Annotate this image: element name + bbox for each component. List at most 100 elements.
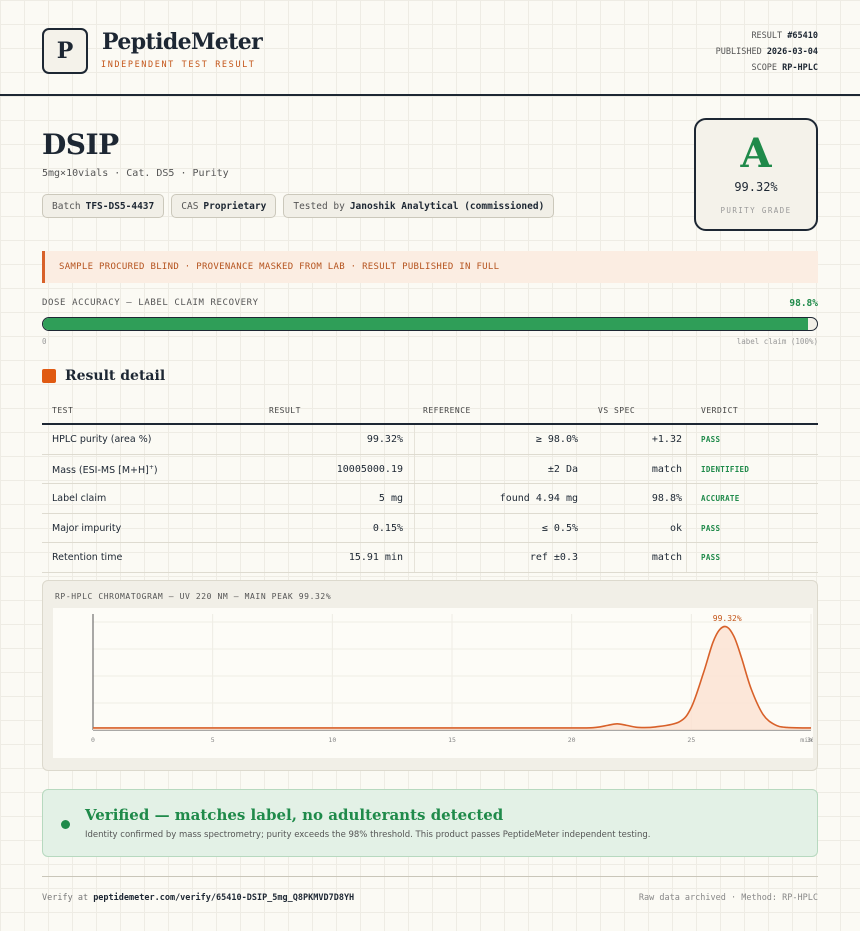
result-id-line: RESULT #65410 bbox=[716, 28, 818, 44]
column-divider bbox=[414, 543, 415, 572]
chip-label: CAS bbox=[181, 200, 199, 212]
cas-chip: CAS Proprietary bbox=[171, 194, 277, 218]
dose-max-label: label claim (100%) bbox=[736, 337, 818, 346]
cell-test: Mass (ESI-MS [M+H]+) bbox=[52, 464, 158, 476]
table-row: Major impurity 0.15% ≤ 0.5% ok PASS bbox=[42, 513, 818, 543]
x-tick-label: 5 bbox=[211, 736, 215, 744]
x-axis-unit-label: min bbox=[800, 736, 812, 744]
result-label: RESULT bbox=[751, 31, 783, 41]
column-divider bbox=[414, 513, 415, 542]
cell-test: HPLC purity (area %) bbox=[52, 434, 152, 445]
cell-verdict: ACCURATE bbox=[701, 494, 740, 503]
column-divider bbox=[686, 425, 687, 454]
col-header-result: RESULT bbox=[269, 406, 301, 415]
chromatogram-svg: 99.32%0 5 10 15 20 25 30min bbox=[91, 614, 813, 744]
dose-accuracy-label: DOSE ACCURACY — LABEL CLAIM RECOVERY bbox=[42, 298, 259, 308]
table-row: HPLC purity (area %) 99.32% ≥ 98.0% +1.3… bbox=[42, 425, 818, 455]
dose-min-label: 0 bbox=[42, 337, 47, 346]
chart-title: RP-HPLC CHROMATOGRAM — UV 220 NM — MAIN … bbox=[55, 592, 332, 601]
column-divider bbox=[686, 484, 687, 513]
table-header-row: TEST RESULT REFERENCE VS SPEC VERDICT bbox=[42, 396, 818, 425]
batch-chip: Batch TFS-DS5-4437 bbox=[42, 194, 165, 218]
chip-value: Proprietary bbox=[203, 200, 267, 212]
product-subtitle: 5mg×10vials · Cat. DS5 · Purity bbox=[42, 168, 229, 179]
logo-icon: P bbox=[42, 28, 88, 74]
cell-test: Major impurity bbox=[52, 522, 122, 534]
verified-banner: Verified — matches label, no adulterants… bbox=[42, 789, 818, 857]
peak-label: 99.32% bbox=[713, 614, 742, 623]
cell-vs-spec: ok bbox=[669, 522, 682, 534]
cell-reference: ≥ 98.0% bbox=[535, 434, 578, 445]
cell-reference: ref ±0.3 bbox=[529, 552, 578, 563]
cell-result: 0.15% bbox=[372, 522, 403, 534]
verified-dot-icon bbox=[61, 820, 70, 829]
col-header-verdict: VERDICT bbox=[701, 406, 739, 415]
verify-prefix: Verify at bbox=[42, 893, 89, 903]
published-line: PUBLISHED 2026-03-04 bbox=[716, 44, 818, 60]
col-header-reference: REFERENCE bbox=[423, 406, 471, 415]
cell-vs-spec: +1.32 bbox=[651, 434, 682, 445]
provenance-notice: SAMPLE PROCURED BLIND · PROVENANCE MASKE… bbox=[42, 251, 818, 283]
footer-divider bbox=[42, 876, 818, 877]
product-title: DSIP bbox=[42, 128, 119, 161]
table-row: Mass (ESI-MS [M+H]+) 10005000.19 ±2 Da m… bbox=[42, 454, 818, 484]
cell-verdict: IDENTIFIED bbox=[701, 464, 750, 474]
cell-vs-spec: 98.8% bbox=[651, 493, 682, 504]
report-header: P PeptideMeter INDEPENDENT TEST RESULT R… bbox=[0, 0, 860, 96]
verify-link-line: Verify at peptidemeter.com/verify/65410-… bbox=[42, 893, 354, 903]
brand-name: PeptideMeter bbox=[102, 29, 263, 55]
dose-progress-fill bbox=[43, 318, 808, 330]
report-meta: RESULT #65410 PUBLISHED 2026-03-04 SCOPE… bbox=[716, 28, 818, 76]
cell-test: Label claim bbox=[52, 493, 107, 504]
chip-value: Janoshik Analytical (commissioned) bbox=[349, 200, 545, 212]
column-divider bbox=[686, 513, 687, 542]
grade-label: PURITY GRADE bbox=[720, 206, 792, 215]
cell-test-close: ) bbox=[153, 464, 158, 476]
column-divider bbox=[686, 543, 687, 572]
x-tick-label: 15 bbox=[448, 736, 456, 744]
chip-label: Tested by bbox=[293, 200, 345, 212]
product-chips: Batch TFS-DS5-4437 CAS Proprietary Tested … bbox=[42, 194, 555, 218]
chip-label: Batch bbox=[52, 200, 81, 212]
x-tick-label: 20 bbox=[568, 736, 576, 744]
column-divider bbox=[414, 484, 415, 513]
section-marker-icon bbox=[42, 369, 56, 383]
dose-progress-bar bbox=[42, 317, 818, 331]
cell-test: Retention time bbox=[52, 552, 123, 563]
x-tick-label: 0 bbox=[91, 736, 95, 744]
column-divider bbox=[686, 454, 687, 483]
chromatogram-card: RP-HPLC CHROMATOGRAM — UV 220 NM — MAIN … bbox=[42, 580, 818, 771]
verified-text: Identity confirmed by mass spectrometry;… bbox=[85, 830, 651, 840]
col-header-vs-spec: VS SPEC bbox=[598, 406, 636, 415]
result-id: #65410 bbox=[787, 31, 818, 41]
chip-value: TFS-DS5-4437 bbox=[85, 200, 155, 212]
cell-verdict: PASS bbox=[701, 523, 721, 533]
column-divider bbox=[414, 425, 415, 454]
cell-vs-spec: match bbox=[651, 552, 682, 563]
grade-value: 99.32% bbox=[734, 180, 778, 194]
x-tick-label: 10 bbox=[328, 736, 336, 744]
cell-vs-spec: match bbox=[651, 463, 682, 475]
cell-verdict: PASS bbox=[701, 435, 721, 444]
verified-title: Verified — matches label, no adulterants… bbox=[85, 806, 504, 824]
scope-value: RP-HPLC bbox=[782, 63, 818, 73]
column-divider bbox=[414, 454, 415, 483]
tested-by-chip: Tested by Janoshik Analytical (commission… bbox=[283, 194, 555, 218]
cell-result: 10005000.19 bbox=[336, 463, 403, 475]
chromatogram-plot: 99.32% 0 5 10 15 20 25 30 min bbox=[53, 608, 813, 758]
cell-test-text: Mass (ESI-MS [M+H] bbox=[52, 464, 149, 476]
table-row: Label claim 5 mg found 4.94 mg 98.8% ACC… bbox=[42, 484, 818, 514]
published-date: 2026-03-04 bbox=[766, 47, 818, 57]
cell-result: 15.91 min bbox=[348, 552, 403, 563]
scope-line: SCOPE RP-HPLC bbox=[716, 60, 818, 76]
cell-result: 99.32% bbox=[366, 434, 403, 445]
table-row: Retention time 15.91 min ref ±0.3 match … bbox=[42, 543, 818, 573]
section-header: Result detail bbox=[42, 368, 165, 384]
cell-reference: ≤ 0.5% bbox=[541, 522, 578, 534]
section-title: Result detail bbox=[65, 368, 166, 384]
cell-verdict: PASS bbox=[701, 553, 721, 562]
verify-url-link[interactable]: peptidemeter.com/verify/65410-DSIP_5mg_Q… bbox=[93, 893, 354, 903]
result-table: TEST RESULT REFERENCE VS SPEC VERDICT HP… bbox=[42, 396, 818, 573]
col-header-test: TEST bbox=[52, 406, 74, 415]
dose-accuracy-value: 98.8% bbox=[789, 298, 818, 309]
